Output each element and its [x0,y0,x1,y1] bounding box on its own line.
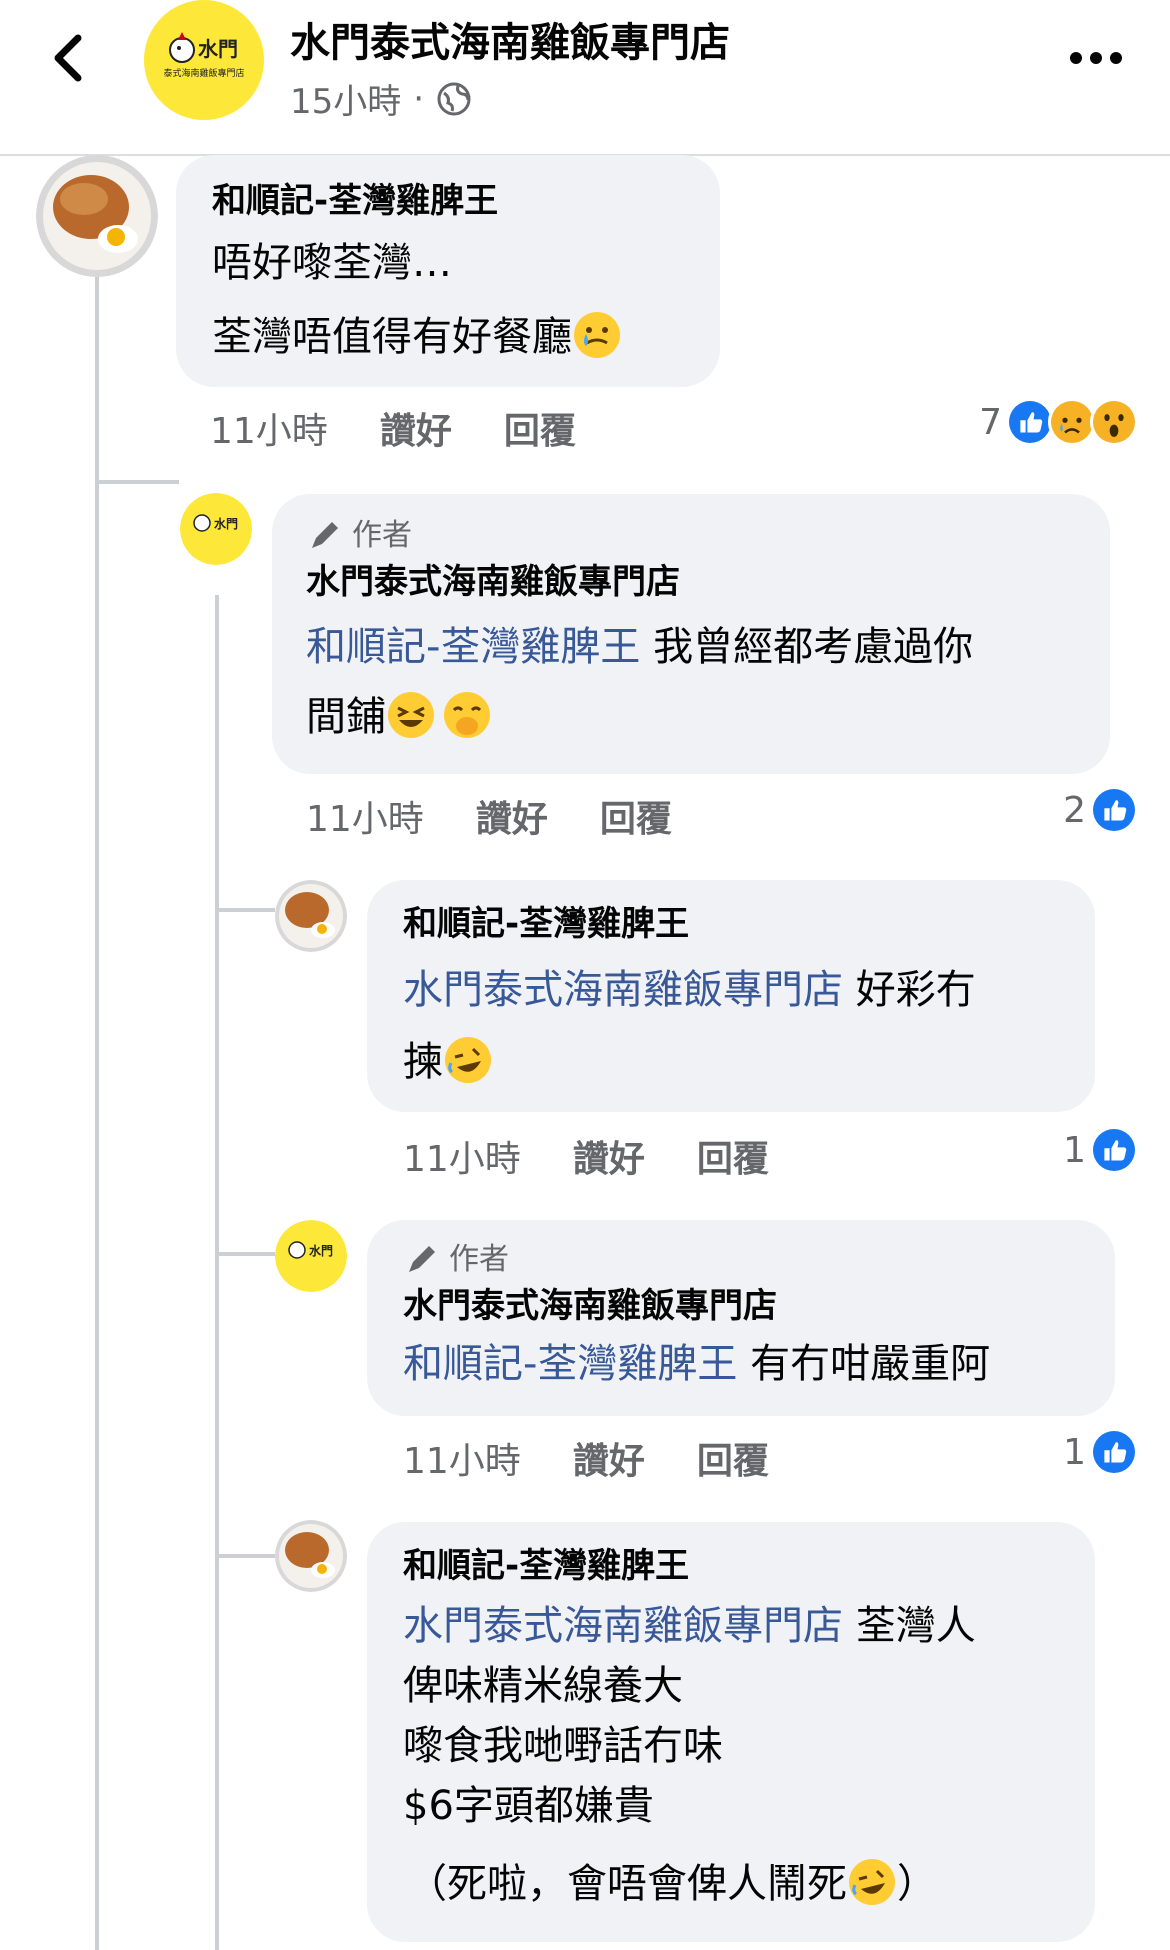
mention-link[interactable]: 和順記-荃灣雞脾王 [306,624,640,670]
thread-line-branch-3 [215,1252,275,1256]
mention-link[interactable]: 和順記-荃灣雞脾王 [403,1341,737,1387]
wow-reaction-icon [1090,398,1138,446]
more-options-icon[interactable] [1066,38,1126,78]
reaction-summary[interactable]: 7 [979,398,1138,446]
like-reaction-icon [1090,1428,1138,1476]
reply-button[interactable]: 回覆 [697,1130,769,1182]
comment-text-line: 唔好嚟荃灣… [212,240,452,286]
mention-link[interactable]: 水門泰式海南雞飯專門店 [403,1603,843,1649]
comment-author[interactable]: 和順記-荃灣雞脾王 [403,900,1059,948]
comment-text-line: $6字頭都嫌貴 [403,1783,654,1829]
sad-reaction-icon [1048,398,1096,446]
like-button[interactable]: 讚好 [380,402,452,454]
like-reaction-icon [1090,1126,1138,1174]
page-header: 水門 泰式海南雞飯專門店 水門泰式海南雞飯專門店 15小時 · [0,0,1170,156]
avatar[interactable] [36,155,158,277]
comment-text-line: 和順記-荃灣雞脾王 我曾經都考慮過你 [306,624,974,670]
reaction-summary[interactable]: 1 [1063,1428,1138,1476]
thread-line-sub [215,595,219,1950]
like-button[interactable]: 讚好 [573,1432,645,1484]
comment-bubble: 和順記-荃灣雞脾王 水門泰式海南雞飯專門店 好彩冇 揀 [367,880,1095,1112]
comment-text-line: 水門泰式海南雞飯專門店 荃灣人 [403,1603,976,1649]
rolling-laughing-emoji-icon [443,1035,493,1085]
comment-actions: 11小時 讚好 回覆 [403,1130,769,1182]
thread-line-branch-1 [95,480,179,484]
comment-bubble: 和順記-荃灣雞脾王 唔好嚟荃灣… 荃灣唔值得有好餐廳 [176,155,720,387]
globe-icon [436,81,472,117]
back-chevron-icon[interactable] [44,28,100,88]
rolling-laughing-emoji-icon [847,1857,897,1907]
comment-text-line: 俾味精米線養大 [403,1663,683,1709]
avatar[interactable] [275,1520,347,1592]
like-button[interactable]: 讚好 [476,790,548,842]
comment-text-line: 和順記-荃灣雞脾王 有冇咁嚴重阿 [403,1341,991,1387]
reaction-summary[interactable]: 2 [1063,786,1138,834]
comment-bubble: 作者 水門泰式海南雞飯專門店 和順記-荃灣雞脾王 我曾經都考慮過你 間鋪 [272,494,1110,774]
comment-bubble: 和順記-荃灣雞脾王 水門泰式海南雞飯專門店 荃灣人 俾味精米線養大 嚟食我哋嘢話… [367,1522,1095,1942]
comment-actions: 11小時 讚好 回覆 [403,1432,769,1484]
comment-actions: 11小時 讚好 回覆 [306,790,672,842]
page-avatar-small[interactable]: 水門 [275,1220,347,1292]
like-reaction-icon [1006,398,1054,446]
avatar[interactable] [275,880,347,952]
comment-text-line: 荃灣唔值得有好餐廳 [212,307,684,367]
comment-text-line: 揀 [403,1026,1059,1098]
svg-text:水門: 水門 [214,516,238,531]
comment-actions: 11小時 讚好 回覆 [210,402,576,454]
comment-author[interactable]: 水門泰式海南雞飯專門店 [403,1282,1079,1330]
reaction-count: 7 [979,401,1002,443]
meta-separator: · [413,78,425,119]
comment-bubble: 作者 水門泰式海南雞飯專門店 和順記-荃灣雞脾王 有冇咁嚴重阿 [367,1220,1115,1416]
reply-button[interactable]: 回覆 [504,402,576,454]
svg-text:水門: 水門 [309,1243,333,1258]
comment-author[interactable]: 水門泰式海南雞飯專門店 [306,558,1076,606]
reaction-count: 1 [1063,1431,1086,1473]
comment-text: 荃灣唔值得有好餐廳 [212,314,572,360]
comment-time[interactable]: 11小時 [403,1432,521,1484]
pencil-icon [409,1246,435,1272]
comment-time[interactable]: 11小時 [210,402,328,454]
author-badge: 作者 [306,514,1076,558]
thread-line-branch-2 [215,908,275,912]
thread-line-branch-4 [215,1554,275,1558]
mention-link[interactable]: 水門泰式海南雞飯專門店 [403,967,843,1013]
comment-author[interactable]: 和順記-荃灣雞脾王 [403,1542,1059,1590]
reaction-count: 1 [1063,1129,1086,1171]
comment-text-line: 嚟食我哋嘢話冇味 [403,1723,723,1769]
reply-button[interactable]: 回覆 [600,790,672,842]
comment-text-line: 水門泰式海南雞飯專門店 好彩冇 [403,967,976,1013]
reply-button[interactable]: 回覆 [697,1432,769,1484]
page-avatar[interactable]: 水門 泰式海南雞飯專門店 [144,0,264,120]
comment-author[interactable]: 和順記-荃灣雞脾王 [212,177,684,225]
author-badge: 作者 [403,1238,1079,1282]
comment-time[interactable]: 11小時 [306,790,424,842]
pencil-icon [312,522,338,548]
crying-smile-emoji-icon [572,310,622,360]
reaction-summary[interactable]: 1 [1063,1126,1138,1174]
laughing-emoji-icon [386,690,436,740]
svg-text:水門: 水門 [198,37,238,61]
reaction-count: 2 [1063,789,1086,831]
post-time: 15小時 [290,82,402,122]
post-meta: 15小時 · [290,74,472,123]
page-avatar-small[interactable]: 水門 [180,493,252,565]
hand-over-mouth-emoji-icon [442,690,492,740]
page-title[interactable]: 水門泰式海南雞飯專門店 [290,10,730,68]
comment-time[interactable]: 11小時 [403,1130,521,1182]
comment-text-line: （死啦，會唔會俾人鬧死） [407,1854,1059,1914]
comment-text-line: 間鋪 [306,682,1076,752]
like-reaction-icon [1090,786,1138,834]
thread-line-main [95,250,99,1950]
svg-text:泰式海南雞飯專門店: 泰式海南雞飯專門店 [163,67,244,79]
like-button[interactable]: 讚好 [573,1130,645,1182]
